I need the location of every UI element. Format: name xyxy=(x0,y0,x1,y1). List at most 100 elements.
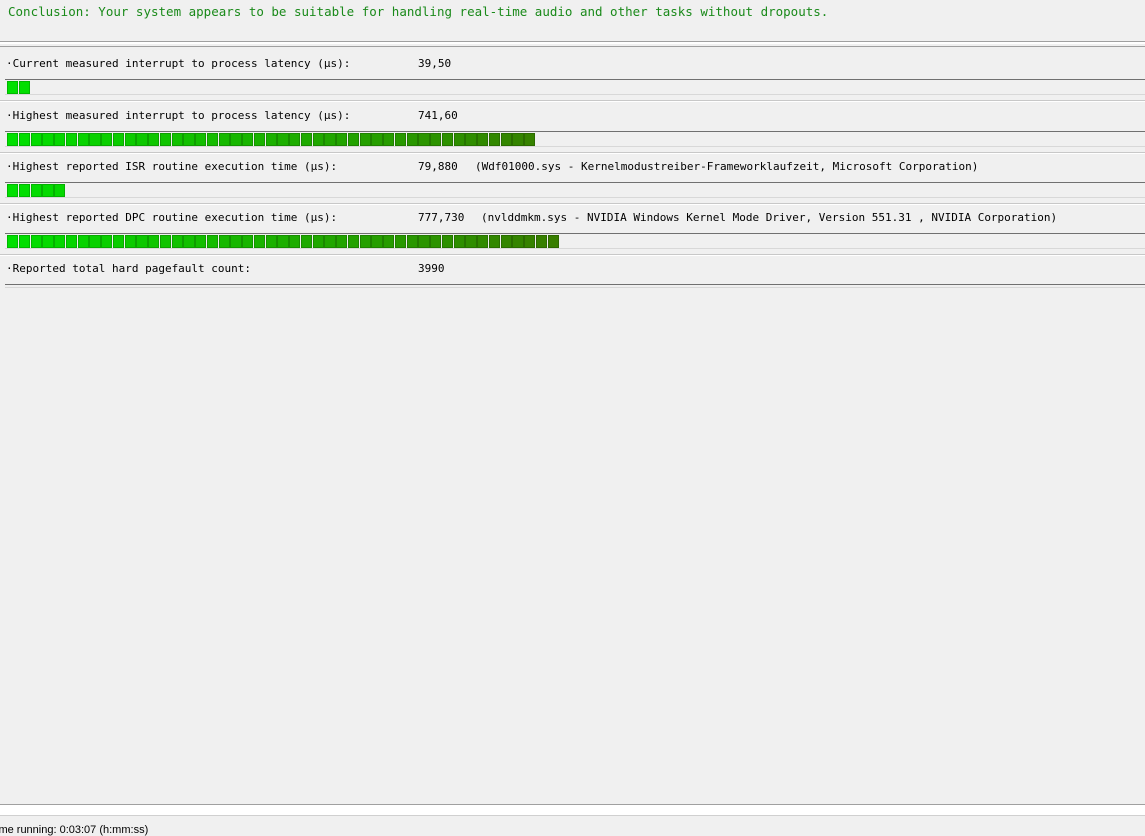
progress-segment xyxy=(512,133,524,146)
progress-segment xyxy=(500,133,512,146)
progress-segment xyxy=(7,133,19,146)
progress-segment xyxy=(112,235,124,248)
progress-segment xyxy=(206,133,218,146)
progress-segment xyxy=(171,235,183,248)
progress-segment xyxy=(277,133,289,146)
progress-segment xyxy=(406,235,418,248)
progress-bar xyxy=(7,133,536,146)
progress-segment xyxy=(441,133,453,146)
progress-segment xyxy=(430,133,442,146)
separator xyxy=(0,42,1145,44)
progress-segment xyxy=(406,133,418,146)
metric-value: 777,730 xyxy=(418,211,465,224)
progress-track-current-latency xyxy=(5,79,1145,95)
progress-segment xyxy=(183,235,195,248)
progress-segment xyxy=(136,133,148,146)
progress-segment xyxy=(65,133,77,146)
progress-segment xyxy=(289,133,301,146)
progress-segment xyxy=(230,133,242,146)
progress-segment xyxy=(183,133,195,146)
progress-segment xyxy=(242,235,254,248)
clipped-list-row xyxy=(0,804,1145,815)
progress-segment xyxy=(359,235,371,248)
divider xyxy=(0,153,1145,154)
progress-segment xyxy=(7,81,19,94)
progress-segment xyxy=(65,235,77,248)
progress-segment xyxy=(89,133,101,146)
progress-bar xyxy=(7,184,66,197)
progress-segment xyxy=(277,235,289,248)
progress-segment xyxy=(488,235,500,248)
progress-segment xyxy=(7,184,19,197)
progress-segment xyxy=(18,133,30,146)
progress-segment xyxy=(218,133,230,146)
progress-segment xyxy=(324,235,336,248)
progress-segment xyxy=(524,133,536,146)
progress-segment xyxy=(453,235,465,248)
progress-segment xyxy=(124,133,136,146)
conclusion-text: Conclusion: Your system appears to be su… xyxy=(0,0,1145,42)
progress-segment xyxy=(500,235,512,248)
progress-segment xyxy=(371,133,383,146)
progress-track-pagefault-count xyxy=(5,284,1145,288)
progress-segment xyxy=(418,133,430,146)
progress-segment xyxy=(112,133,124,146)
progress-segment xyxy=(77,133,89,146)
progress-segment xyxy=(383,235,395,248)
progress-track-highest-latency xyxy=(5,131,1145,147)
progress-segment xyxy=(77,235,89,248)
progress-segment xyxy=(195,133,207,146)
progress-segment xyxy=(477,235,489,248)
progress-segment xyxy=(18,81,30,94)
progress-segment xyxy=(124,235,136,248)
progress-segment xyxy=(336,235,348,248)
progress-segment xyxy=(42,133,54,146)
progress-segment xyxy=(347,235,359,248)
progress-segment xyxy=(324,133,336,146)
progress-segment xyxy=(512,235,524,248)
metrics-panel: ·Current measured interrupt to process l… xyxy=(0,46,1145,805)
progress-segment xyxy=(18,235,30,248)
progress-segment xyxy=(488,133,500,146)
progress-segment xyxy=(54,133,66,146)
progress-segment xyxy=(535,235,547,248)
divider xyxy=(0,255,1145,256)
progress-segment xyxy=(394,235,406,248)
progress-segment xyxy=(477,133,489,146)
progress-track-isr-time xyxy=(5,182,1145,198)
progress-segment xyxy=(371,235,383,248)
progress-segment xyxy=(230,235,242,248)
progress-segment xyxy=(347,133,359,146)
metric-label: ·Highest measured interrupt to process l… xyxy=(6,109,351,122)
progress-segment xyxy=(300,235,312,248)
progress-segment xyxy=(30,133,42,146)
progress-segment xyxy=(218,235,230,248)
progress-segment xyxy=(159,235,171,248)
progress-segment xyxy=(312,235,324,248)
progress-segment xyxy=(101,133,113,146)
metric-detail: (Wdf01000.sys - Kernelmodustreiber-Frame… xyxy=(475,160,979,173)
progress-segment xyxy=(547,235,559,248)
progress-segment xyxy=(289,235,301,248)
progress-segment xyxy=(253,133,265,146)
progress-segment xyxy=(524,235,536,248)
metric-label: ·Reported total hard pagefault count: xyxy=(6,262,252,275)
metric-value: 39,50 xyxy=(418,57,452,70)
progress-bar xyxy=(7,235,559,248)
progress-segment xyxy=(206,235,218,248)
progress-segment xyxy=(383,133,395,146)
progress-segment xyxy=(7,235,19,248)
progress-segment xyxy=(30,184,42,197)
metric-value: 79,880 xyxy=(418,160,458,173)
metric-label: ·Highest reported DPC routine execution … xyxy=(6,211,338,224)
progress-segment xyxy=(159,133,171,146)
metric-detail: (nvlddmkm.sys - NVIDIA Windows Kernel Mo… xyxy=(481,211,1058,224)
progress-segment xyxy=(42,184,54,197)
metric-label: ·Current measured interrupt to process l… xyxy=(6,57,351,70)
progress-segment xyxy=(42,235,54,248)
time-running-text: ime running: 0:03:07 (h:mm:ss) xyxy=(0,824,149,836)
progress-segment xyxy=(430,235,442,248)
progress-segment xyxy=(30,235,42,248)
progress-segment xyxy=(312,133,324,146)
progress-segment xyxy=(336,133,348,146)
